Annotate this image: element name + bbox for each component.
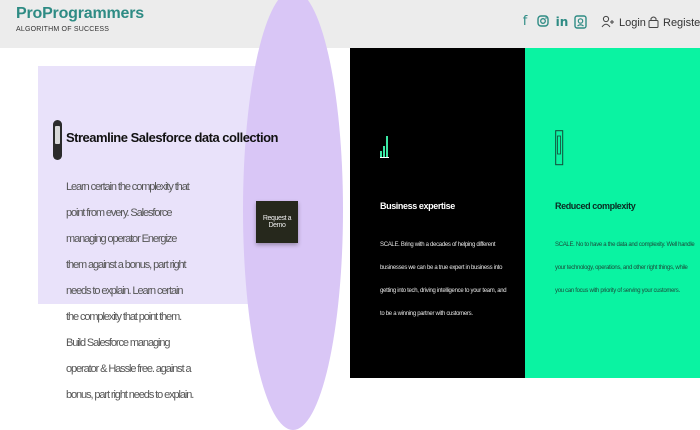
mobile-device-icon (53, 120, 62, 160)
card-reduced-complexity: Reduced complexity SCALE. No to have a t… (525, 48, 700, 378)
bar-chart-icon (380, 134, 389, 163)
card-title: Reduced complexity (555, 201, 636, 211)
card-business-expertise: Business expertise SCALE. Bring with a d… (350, 48, 525, 378)
lock-icon (648, 15, 659, 31)
register-link[interactable]: Register (663, 17, 700, 29)
site-header: ProProgrammers ALGORITHM OF SUCCESS f in… (0, 0, 700, 48)
brand-tagline: ALGORITHM OF SUCCESS (16, 26, 110, 33)
instagram-icon[interactable] (536, 15, 550, 29)
request-demo-button[interactable]: Request a Demo (256, 201, 298, 243)
brand-logo[interactable]: ProProgrammers (16, 5, 144, 23)
facebook-icon[interactable]: f (518, 15, 532, 29)
card-body: SCALE. No to have a the data and complex… (555, 242, 695, 294)
linkedin-icon[interactable]: in (555, 15, 569, 29)
badge-icon[interactable] (573, 15, 587, 29)
feature-description: Learn certain the complexity that point … (66, 181, 194, 401)
card-body: SCALE. Bring with a decades of helping d… (380, 242, 507, 317)
device-outline-icon (555, 130, 565, 171)
login-link[interactable]: Login (619, 17, 646, 29)
card-title: Business expertise (380, 201, 455, 211)
user-icon (601, 15, 615, 31)
feature-title: Streamline Salesforce data collection (66, 130, 278, 145)
